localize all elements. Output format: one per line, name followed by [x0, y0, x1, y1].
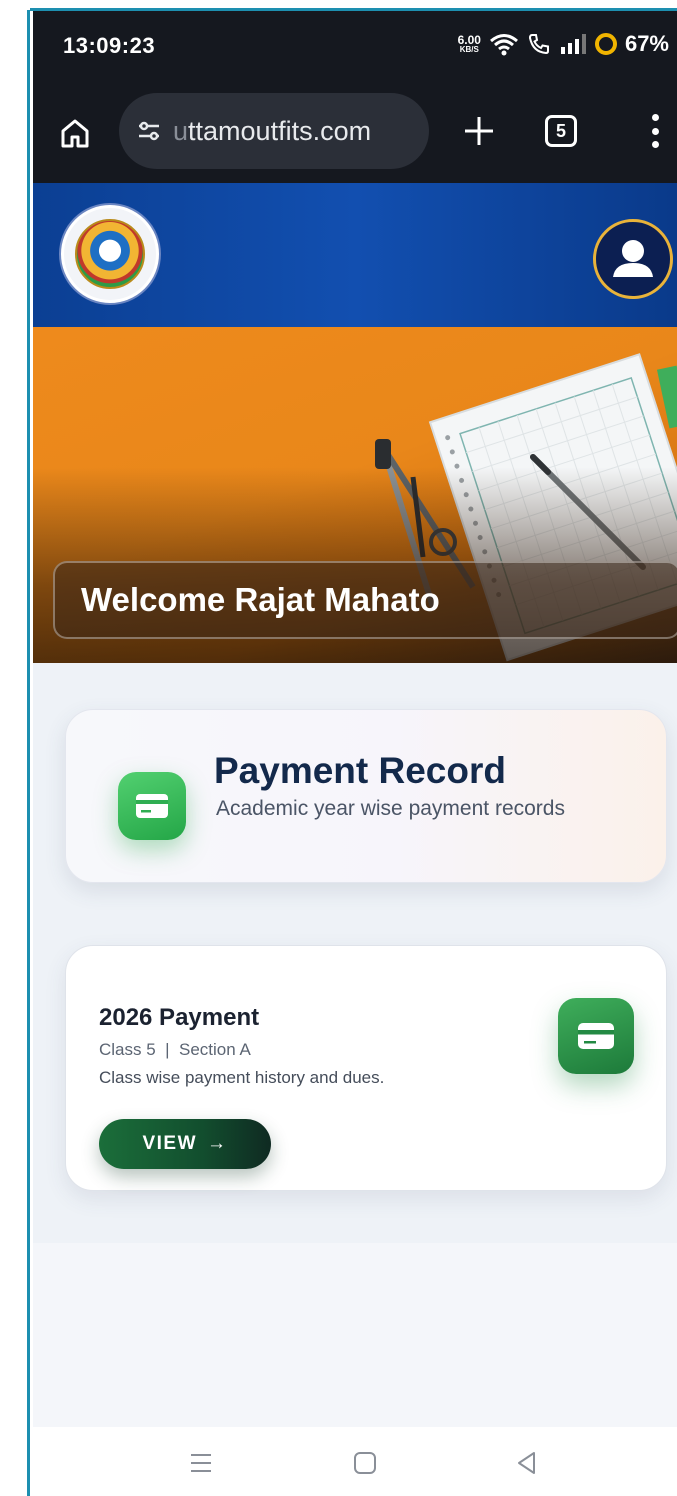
- home-button[interactable]: [55, 113, 95, 153]
- battery-percent: 67%: [624, 31, 669, 56]
- wifi-icon: [489, 34, 518, 56]
- arrow-right-icon: →: [207, 1133, 228, 1154]
- view-button-label: VIEW: [142, 1133, 198, 1154]
- welcome-banner: Welcome Rajat Mahato: [53, 561, 677, 639]
- emblem-seal: [75, 219, 145, 289]
- main-content: Payment Record Academic year wise paymen…: [33, 663, 677, 1243]
- payment-description: Class wise payment history and dues.: [99, 1068, 385, 1087]
- view-button[interactable]: VIEW →: [99, 1119, 271, 1169]
- net-speed: 6.00 KB/S: [457, 32, 481, 54]
- welcome-text: Welcome Rajat Mahato: [81, 581, 440, 618]
- status-bar: 13:09:23 6.00 KB/S 67%: [33, 11, 677, 83]
- status-time: 13:09:23: [63, 33, 156, 58]
- tabs-icon[interactable]: 5: [545, 115, 577, 147]
- content-empty-area: [33, 1243, 677, 1427]
- page-subtitle: Academic year wise payment records: [216, 797, 565, 820]
- address-bar[interactable]: uttamoutfits.com: [119, 93, 429, 169]
- system-nav-bar: [33, 1427, 677, 1496]
- net-speed-unit: KB/S: [459, 44, 479, 54]
- app-header: [33, 183, 677, 327]
- more-vert-icon[interactable]: [637, 111, 673, 151]
- device-frame: 13:09:23 6.00 KB/S 67% uttamoutfits.com …: [0, 0, 677, 1496]
- tab-count: 5: [555, 120, 566, 141]
- signal-icon: [560, 34, 586, 54]
- status-icons: 6.00 KB/S 67%: [458, 31, 669, 57]
- back-triangle-icon[interactable]: [507, 1443, 547, 1483]
- browser-toolbar: uttamoutfits.com 5: [33, 83, 677, 183]
- home-square-icon[interactable]: [345, 1443, 385, 1483]
- card-icon: [558, 998, 634, 1074]
- plus-icon: [465, 117, 493, 145]
- url-domain: ttamoutfits.com: [188, 115, 372, 146]
- site-info-icon[interactable]: [137, 119, 161, 143]
- new-tab-button[interactable]: [457, 109, 501, 153]
- payment-year-title: 2026 Payment: [99, 1004, 260, 1031]
- phone-screen: 13:09:23 6.00 KB/S 67% uttamoutfits.com …: [33, 11, 677, 1496]
- hero-banner: Welcome Rajat Mahato: [33, 327, 677, 663]
- battery-ring-icon: [594, 33, 617, 55]
- payment-record-header-card: Payment Record Academic year wise paymen…: [65, 709, 667, 883]
- url-prefix: u: [173, 115, 189, 146]
- url-text: uttamoutfits.com: [173, 116, 371, 147]
- card-icon: [118, 772, 186, 840]
- payment-year-card[interactable]: 2026 Payment Class 5 | Section A Class w…: [65, 945, 667, 1191]
- call-icon: [528, 34, 549, 55]
- class-section-text: Class 5 | Section A: [99, 1040, 251, 1059]
- school-emblem-icon[interactable]: [61, 205, 159, 303]
- page-title: Payment Record: [214, 750, 506, 791]
- frame-left-edge: [0, 0, 30, 1496]
- recents-icon[interactable]: [181, 1443, 221, 1483]
- net-speed-value: 6.00: [457, 32, 481, 47]
- profile-button[interactable]: [593, 219, 673, 299]
- user-avatar-icon: [613, 240, 653, 277]
- home-icon: [61, 119, 89, 148]
